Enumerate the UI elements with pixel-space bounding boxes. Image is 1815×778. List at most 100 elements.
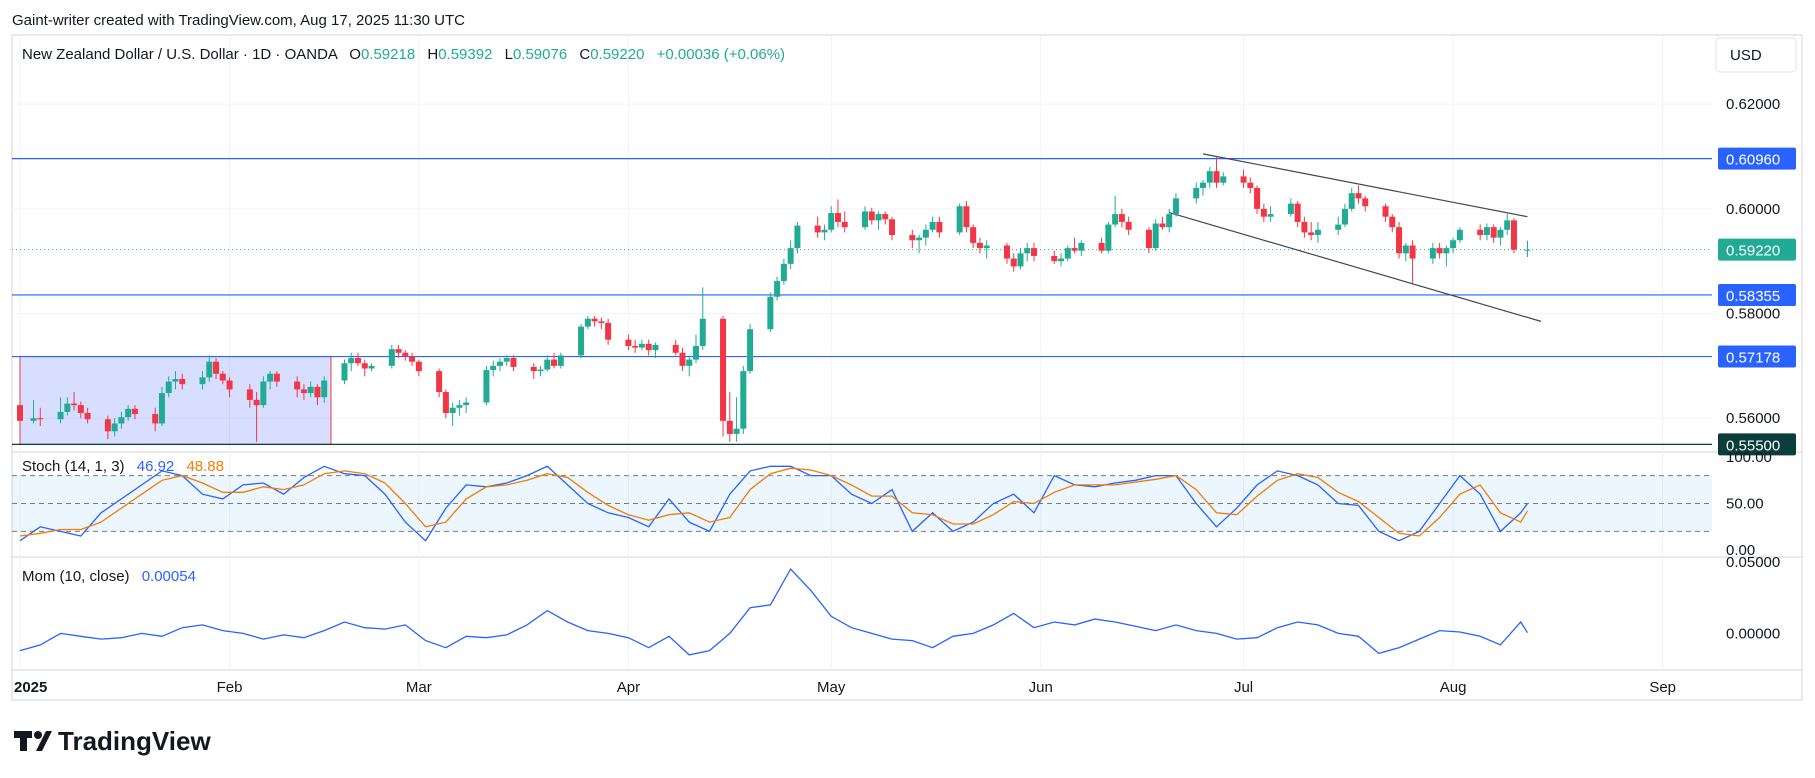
candle-body (983, 245, 990, 249)
range-box-rect (19, 355, 332, 445)
price-axis[interactable]: 0.62000 0.60000 0.58000 0.56000 100.00 50.00 0… (1726, 96, 1780, 642)
candle (510, 355, 517, 372)
candle-body (584, 318, 591, 327)
candle-body (1145, 229, 1152, 249)
candle (1078, 240, 1085, 256)
candle (1193, 182, 1200, 204)
candle-body (726, 420, 733, 434)
candle-body (57, 411, 64, 420)
candle (834, 199, 841, 228)
candle-body (1112, 214, 1119, 225)
ohlc-low: 0.59076 (513, 46, 567, 63)
candle-body (1287, 203, 1294, 215)
candle (415, 359, 422, 377)
candle (1389, 214, 1396, 233)
candle-body (1443, 248, 1450, 254)
candle-body (84, 412, 91, 420)
time-tick-2: Mar (406, 679, 432, 696)
candle (1497, 227, 1504, 246)
candle (889, 216, 896, 241)
candle (1396, 221, 1403, 259)
candle-body (1031, 248, 1037, 256)
candle-body (368, 365, 375, 369)
price-tick-1: 0.60000 (1726, 201, 1780, 218)
candle (1510, 218, 1517, 254)
candle-body (37, 418, 44, 420)
candle (922, 224, 929, 246)
candle-body (821, 229, 828, 233)
time-tick-8: Sep (1649, 679, 1676, 696)
candle-body (219, 373, 226, 381)
candle-body (1294, 203, 1301, 222)
candle-body (1456, 229, 1463, 241)
candle (841, 211, 848, 233)
candle (882, 211, 889, 225)
candle-body (1524, 249, 1531, 251)
candle (956, 203, 963, 236)
candle-body (605, 322, 612, 340)
candle-body (111, 423, 118, 432)
stoch-k-value: 46.92 (137, 458, 175, 475)
candle-body (1314, 229, 1321, 236)
time-tick-7: Aug (1440, 679, 1467, 696)
candle-body (395, 349, 402, 353)
candle (1220, 172, 1227, 186)
candle (794, 221, 801, 254)
candle-body (787, 248, 794, 264)
candle (605, 318, 612, 345)
candle (1105, 221, 1112, 254)
candle-body (510, 358, 517, 367)
stoch-band (12, 475, 1712, 532)
time-axis[interactable]: 2025 Feb Mar Apr May Jun Jul Aug Sep (14, 679, 1676, 696)
candle-body (868, 211, 875, 221)
candle (361, 359, 368, 377)
candle (693, 334, 699, 364)
candle (828, 206, 835, 233)
tradingview-logo[interactable]: TradingView (14, 726, 211, 756)
candle-body (361, 363, 368, 369)
candle (1308, 221, 1315, 241)
candle-body (1159, 223, 1166, 228)
candle (1003, 242, 1010, 264)
candle-body (1024, 248, 1031, 254)
candle-body (1193, 187, 1200, 199)
candle (490, 360, 497, 377)
candle (1294, 201, 1301, 228)
candle-body (355, 358, 361, 364)
candle (341, 359, 348, 385)
tradingview-brand: TradingView (58, 726, 211, 756)
candle-body (551, 359, 558, 366)
candle (591, 316, 598, 327)
candle-body (767, 296, 774, 330)
candle-body (1436, 248, 1443, 254)
candle (625, 334, 632, 351)
candle-body (632, 345, 639, 348)
stoch-tick-0: 100.00 (1726, 449, 1772, 466)
candle (1024, 242, 1031, 262)
candle-body (118, 417, 125, 424)
mom-tick-1: 0.00000 (1726, 625, 1780, 642)
candle-body (463, 402, 470, 406)
candle (1166, 208, 1173, 233)
candle-body (862, 211, 868, 228)
candle-body (321, 380, 328, 398)
candle (679, 347, 686, 372)
range-box[interactable] (19, 355, 332, 445)
candle-body (794, 225, 801, 249)
candle (1504, 214, 1511, 236)
candle (1382, 203, 1389, 222)
candle-body (1172, 198, 1179, 215)
candle-body (300, 389, 307, 394)
candle-body (1125, 221, 1132, 230)
candle-body (929, 221, 936, 230)
candle-body (1510, 220, 1517, 250)
candle (530, 363, 537, 379)
level-label-1: 0.58355 (1726, 288, 1780, 305)
stoch-d-value: 48.88 (186, 458, 224, 475)
candle-body (1348, 193, 1355, 209)
candle-body (125, 408, 132, 418)
candle-body (686, 359, 693, 366)
candle (1152, 219, 1159, 251)
candle (1477, 224, 1484, 241)
candle-body (1483, 227, 1490, 236)
